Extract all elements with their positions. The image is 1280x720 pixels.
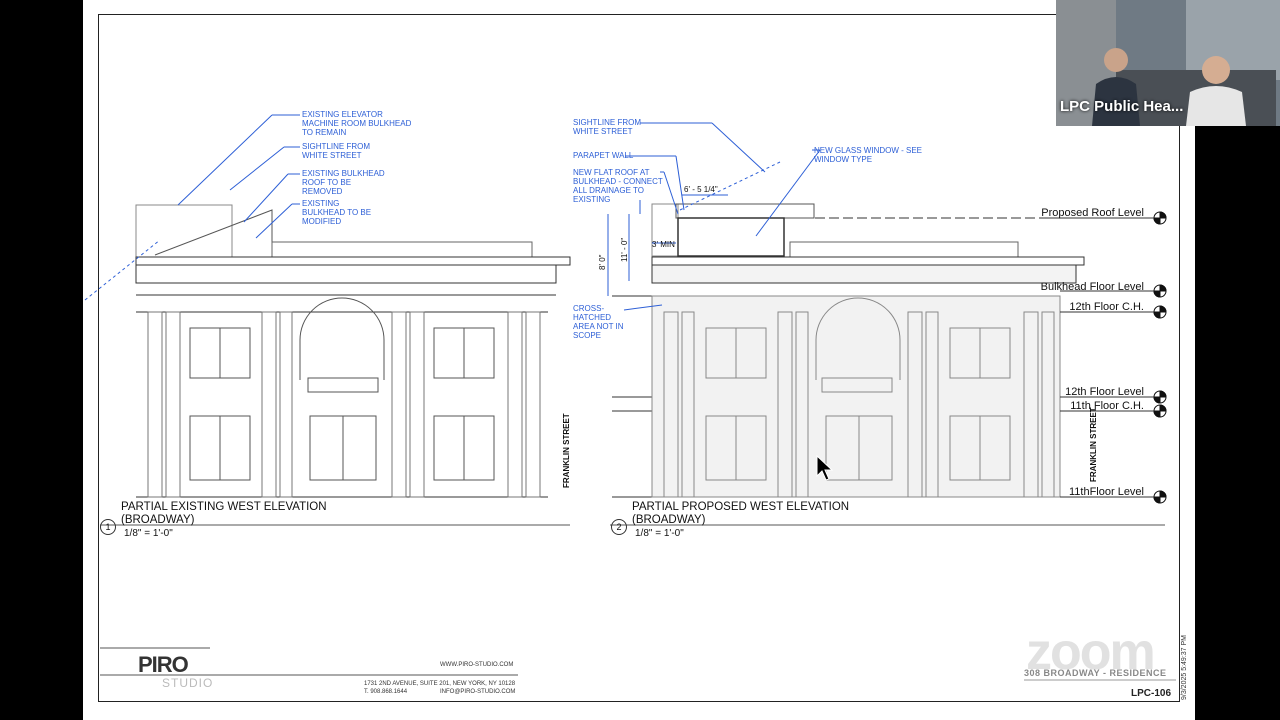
dim-height-8: 8' 0" <box>598 254 607 271</box>
title-existing-line1: PARTIAL EXISTING WEST ELEVATION <box>121 501 327 513</box>
level-11th-floor: 11thFloor Level <box>1068 486 1144 498</box>
level-12th-floor-ch: 12th Floor C.H. <box>1069 301 1144 313</box>
note-new-glass-window: NEW GLASS WINDOW - SEE WINDOW TYPE <box>814 146 923 164</box>
screen-share-area: EXISTING ELEVATOR MACHINE ROOM BULKHEAD … <box>0 0 1280 720</box>
title-proposed-line1: PARTIAL PROPOSED WEST ELEVATION <box>632 501 850 513</box>
zoom-watermark: zoom <box>1026 623 1156 681</box>
note-parapet-wall: PARAPET WALL <box>573 151 634 160</box>
title-existing-line2: (BROADWAY) <box>121 514 195 526</box>
note-bulkhead-roof-removed: EXISTING BULKHEAD ROOF TO BE REMOVED <box>302 169 385 196</box>
drawing-number-1: 1 <box>100 519 116 535</box>
mouse-cursor-icon <box>816 455 834 481</box>
note-bulkhead-modified: EXISTING BULKHEAD TO BE MODIFIED <box>302 199 372 226</box>
title-proposed-line2: (BROADWAY) <box>632 514 706 526</box>
participant-name: LPC Public Hea... <box>1060 98 1184 115</box>
note-cross-hatched-area: CROSS-HATCHED AREA NOT IN SCOPE <box>573 304 624 340</box>
note-sightline-white-street-right: SIGHTLINE FROM WHITE STREET <box>573 118 642 136</box>
dim-height-11: 11' - 0" <box>620 237 629 262</box>
piro-logo: PIRO <box>138 652 189 677</box>
dim-min-clearance: 3' MIN <box>652 240 675 249</box>
piro-logo-sub: STUDIO <box>162 676 214 690</box>
scale-right: 1/8" = 1'-0" <box>635 528 684 539</box>
level-12th-floor: 12th Floor Level <box>1065 386 1144 398</box>
print-datestamp: 9/3/2025 5:49:37 PM <box>1181 635 1188 700</box>
level-bulkhead-floor: Bulkhead Floor Level <box>1040 281 1144 293</box>
level-11th-floor-ch: 11th Floor C.H. <box>1070 400 1144 412</box>
level-proposed-roof: Proposed Roof Level <box>1041 207 1144 219</box>
title-existing-elevation: PARTIAL EXISTING WEST ELEVATION (BROADWA… <box>121 501 327 527</box>
note-new-flat-roof: NEW FLAT ROOF AT BULKHEAD - CONNECT ALL … <box>573 168 663 204</box>
participant-video-tile[interactable]: LPC Public Hea... <box>1056 0 1280 126</box>
titleblock-phone: T. 908.868.1644 <box>364 689 408 695</box>
title-proposed-elevation: PARTIAL PROPOSED WEST ELEVATION (BROADWA… <box>632 501 849 527</box>
dim-bulkhead-width: 6' - 5 1/4" <box>684 185 718 194</box>
drawing-number-2: 2 <box>611 519 627 535</box>
sheet-number: LPC-106 <box>1131 688 1172 699</box>
note-sightline-white-street-left: SIGHTLINE FROM WHITE STREET <box>302 142 371 160</box>
titleblock-email: INFO@PIRO-STUDIO.COM <box>440 689 516 695</box>
street-label-left: FRANKLIN STREET <box>562 413 571 488</box>
titleblock-website: WWW.PIRO-STUDIO.COM <box>440 662 514 668</box>
note-existing-elevator-bulkhead: EXISTING ELEVATOR MACHINE ROOM BULKHEAD … <box>302 110 412 137</box>
titleblock-address: 1731 2ND AVENUE, SUITE 201, NEW YORK, NY… <box>364 681 516 687</box>
street-label-right: FRANKLIN STREET <box>1089 407 1098 482</box>
scale-left: 1/8" = 1'-0" <box>124 528 173 539</box>
